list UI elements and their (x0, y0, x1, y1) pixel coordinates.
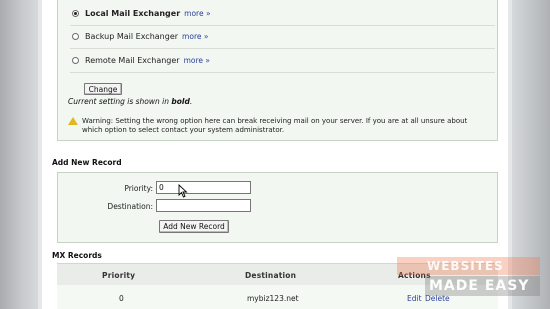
column-header-priority: Priority (102, 271, 136, 280)
more-link[interactable]: more » (184, 9, 210, 18)
priority-label: Priority: (124, 184, 153, 193)
priority-input[interactable]: 0 (156, 181, 251, 194)
divider (70, 48, 495, 49)
mx-records-title: MX Records (52, 251, 102, 260)
divider (70, 72, 495, 73)
cell-destination: mybiz123.net (247, 294, 299, 303)
destination-label: Destination: (107, 202, 153, 211)
watermark-line2: MADE EASY (425, 276, 540, 296)
divider (70, 25, 495, 26)
option-backup-mail-exchanger[interactable]: Backup Mail Exchanger more » (72, 32, 208, 41)
add-record-title: Add New Record (52, 158, 122, 167)
radio-icon[interactable] (72, 57, 79, 64)
warning-message: Warning: Setting the wrong option here c… (68, 117, 488, 135)
left-background (0, 0, 38, 309)
watermark-logo: WEBSITES MADE EASY (397, 255, 540, 303)
warning-text: Warning: Setting the wrong option here c… (82, 117, 468, 134)
watermark-line1: WEBSITES (397, 257, 540, 275)
destination-input[interactable] (156, 199, 251, 212)
more-link[interactable]: more » (182, 32, 208, 41)
cell-priority: 0 (119, 294, 124, 303)
radio-selected-icon[interactable] (72, 10, 79, 17)
add-record-panel: Priority: 0 Destination: Add New Record (57, 172, 498, 243)
option-remote-mail-exchanger[interactable]: Remote Mail Exchanger more » (72, 56, 210, 65)
change-button[interactable]: Change (84, 83, 122, 95)
mail-exchanger-panel: Local Mail Exchanger more » Backup Mail … (57, 0, 498, 141)
add-new-record-button[interactable]: Add New Record (159, 220, 229, 233)
option-label: Local Mail Exchanger (85, 9, 181, 18)
column-header-destination: Destination (245, 271, 297, 280)
option-local-mail-exchanger[interactable]: Local Mail Exchanger more » (72, 9, 211, 18)
current-setting-note: Current setting is shown in bold. (68, 97, 193, 106)
more-link[interactable]: more » (184, 56, 210, 65)
radio-icon[interactable] (72, 33, 79, 40)
option-label: Backup Mail Exchanger (85, 32, 179, 41)
option-label: Remote Mail Exchanger (85, 56, 180, 65)
warning-icon (68, 117, 78, 125)
mouse-cursor-icon (178, 184, 188, 198)
